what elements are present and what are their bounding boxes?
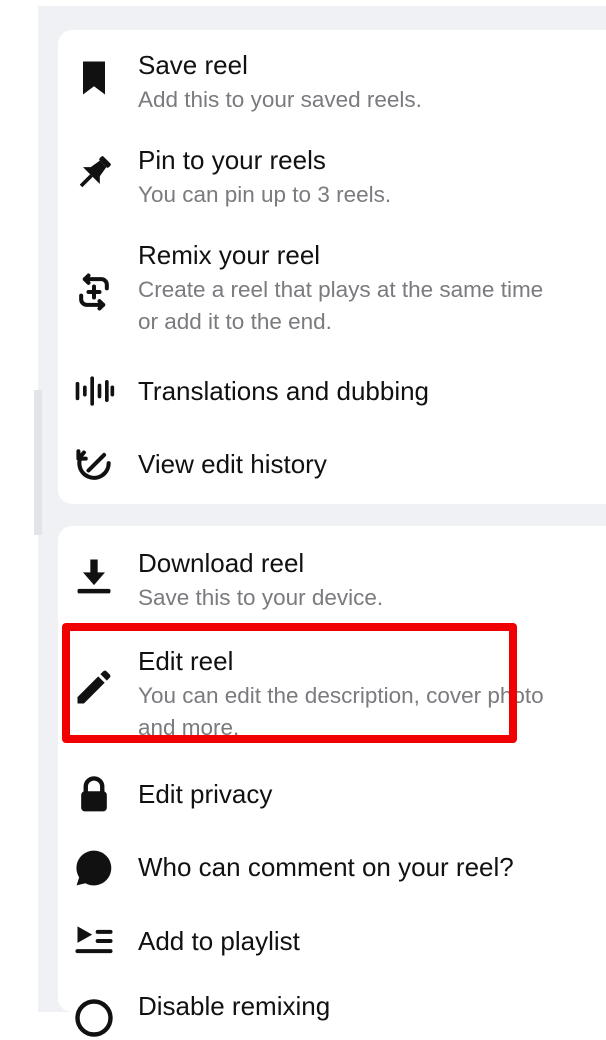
menu-item-title: View edit history [138, 449, 327, 479]
lock-icon [72, 772, 116, 816]
menu-item-title: Remix your reel [138, 240, 321, 270]
menu-item-disable-remixing[interactable]: Disable remixing [58, 984, 606, 1037]
comment-icon [72, 846, 116, 890]
menu-item-title: Edit privacy [138, 779, 273, 809]
menu-item-edit-reel[interactable]: Edit reel You can edit the description, … [58, 635, 606, 740]
menu-section-1: Save reel Add this to your saved reels. … [58, 30, 606, 504]
menu-item-view-edit-history[interactable]: View edit history [58, 434, 606, 496]
menu-item-title: Pin to your reels [138, 145, 326, 175]
menu-item-title: Edit reel [138, 646, 234, 676]
bookmark-icon [72, 56, 116, 100]
menu-item-add-to-playlist[interactable]: Add to playlist [58, 909, 606, 971]
background-edge [34, 390, 42, 535]
remix-icon [72, 270, 116, 314]
menu-item-pin-reel[interactable]: Pin to your reels You can pin up to 3 re… [58, 137, 606, 227]
edit-history-icon [72, 443, 116, 487]
menu-item-save-reel[interactable]: Save reel Add this to your saved reels. [58, 42, 606, 132]
menu-item-who-can-comment[interactable]: Who can comment on your reel? [58, 836, 606, 898]
menu-section-2: Download reel Save this to your device. … [58, 526, 606, 1037]
menu-item-translations-dubbing[interactable]: Translations and dubbing [58, 360, 606, 422]
menu-item-remix-reel[interactable]: Remix your reel Create a reel that plays… [58, 232, 606, 352]
menu-item-title: Save reel [138, 50, 248, 80]
download-icon [72, 554, 116, 598]
menu-item-title: Add to playlist [138, 926, 300, 956]
menu-item-title: Translations and dubbing [138, 376, 430, 406]
menu-item-edit-privacy[interactable]: Edit privacy [58, 762, 606, 824]
remix-disable-icon [72, 996, 116, 1040]
pin-icon [72, 151, 116, 195]
menu-item-subtitle: Add this to your saved reels. [138, 87, 422, 112]
menu-item-subtitle: You can edit the description, cover phot… [138, 683, 544, 708]
menu-item-subtitle-line-2: or add it to the end. [138, 309, 332, 334]
menu-item-subtitle: Save this to your device. [138, 585, 384, 610]
menu-item-title: Download reel [138, 548, 305, 578]
audio-waveform-icon [72, 369, 116, 413]
playlist-icon [72, 919, 116, 963]
menu-item-subtitle: Create a reel that plays at the same tim… [138, 277, 544, 302]
menu-item-download-reel[interactable]: Download reel Save this to your device. [58, 540, 606, 630]
menu-item-subtitle: You can pin up to 3 reels. [138, 182, 392, 207]
menu-item-title: Who can comment on your reel? [138, 852, 514, 882]
menu-item-title: Disable remixing [138, 991, 331, 1021]
pencil-icon [72, 665, 116, 709]
menu-item-subtitle-line-2: and more. [138, 715, 240, 740]
